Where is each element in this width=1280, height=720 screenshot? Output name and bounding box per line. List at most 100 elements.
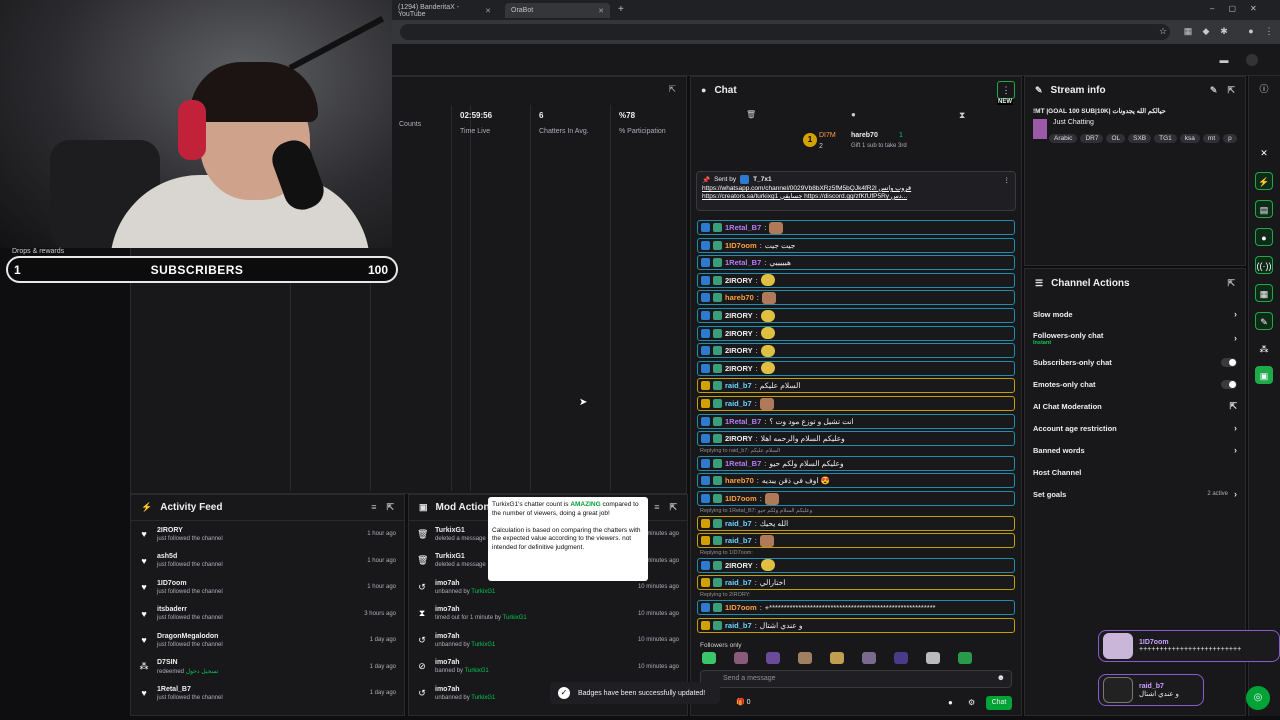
pinned-message[interactable]: 📌 Sent by T_7x1 ⋮ https://whatsapp.com/c… [696, 171, 1016, 211]
extension-icon[interactable]: ▦ [1182, 25, 1194, 37]
channel-action-item[interactable]: Emotes-only chat [1025, 373, 1245, 395]
activity-item[interactable]: ♥ ash5d just followed the channel 1 hour ag… [131, 548, 404, 575]
chat-username[interactable]: raid_b7 [725, 399, 752, 408]
chat-username[interactable]: 1ID7oom [725, 494, 757, 503]
stats-icon[interactable]: ▦ [1255, 284, 1273, 302]
stream-tag[interactable]: DR7 [1080, 134, 1104, 143]
emote-icon[interactable]: ☻ [997, 673, 1005, 682]
chat-menu-button[interactable]: ⋮ [997, 81, 1015, 99]
mod-target-user[interactable]: imo7ah [435, 659, 489, 666]
emote-icon[interactable] [734, 652, 748, 664]
chat-message[interactable]: 2IRORY: [697, 343, 1015, 359]
channel-action-item[interactable]: Slow mode › [1025, 303, 1245, 325]
chat-username[interactable]: raid_b7 [725, 578, 752, 587]
chat-message[interactable]: 1Retal_B7: انت تشيل و توزع مود وت ؟ [697, 413, 1015, 429]
mod-target-user[interactable]: TurkixG1 [435, 553, 486, 560]
chat-username[interactable]: 1Retal_B7 [725, 258, 761, 267]
close-icon[interactable]: ✕ [485, 7, 491, 15]
chat-username[interactable]: raid_b7 [725, 519, 752, 528]
nodes-icon[interactable]: ⁂ [1255, 340, 1273, 358]
chat-message[interactable]: raid_b7: [697, 533, 1015, 549]
chat-username[interactable]: 1ID7oom [725, 241, 757, 250]
star-icon[interactable]: ☆ [1157, 25, 1169, 37]
channel-action-item[interactable]: AI Chat Moderation ⇱ [1025, 395, 1245, 417]
popout-icon[interactable]: ⇱ [386, 502, 394, 513]
popout-icon[interactable]: ⇱ [668, 84, 676, 95]
emote-icon[interactable] [766, 652, 780, 664]
chat-username[interactable]: raid_b7 [725, 381, 752, 390]
chat-icon[interactable]: ● [1255, 228, 1273, 246]
chat-message[interactable]: hareb70: [697, 290, 1015, 306]
chat-message[interactable]: 2IRORY: [697, 360, 1015, 376]
chat-username[interactable]: 2IRORY [725, 561, 753, 570]
channel-action-item[interactable]: Host Channel [1025, 461, 1245, 483]
chat-message[interactable]: 2IRORY: [697, 325, 1015, 341]
activity-item[interactable]: ⁂ D7SIN redeemed تسجيل دخول 1 day ago [131, 654, 404, 681]
activity-user[interactable]: ash5d [157, 553, 223, 560]
send-chat-button[interactable]: Chat [986, 696, 1012, 710]
emote-icon[interactable] [926, 652, 940, 664]
chat-username[interactable]: hareb70 [725, 293, 754, 302]
chat-message[interactable]: 1ID7oom: +*******************************… [697, 600, 1015, 615]
chat-username[interactable]: raid_b7 [725, 536, 752, 545]
emote-icon[interactable] [798, 652, 812, 664]
menu-icon[interactable]: ⋮ [1263, 25, 1275, 37]
mod-action-item[interactable]: ⊘ imo7ah banned by TurkixG1 10 minutes ago [409, 654, 687, 681]
chat-message[interactable]: 1Retal_B7: [697, 220, 1015, 235]
activity-item[interactable]: ♥ 1Retal_B7 just followed the channel 1 day… [131, 680, 404, 707]
popout-icon[interactable]: ⇱ [1227, 85, 1235, 96]
chat-bubble-icon[interactable]: ● [948, 698, 953, 707]
channel-action-item[interactable]: Banned words › [1025, 439, 1245, 461]
toggle-switch[interactable] [1221, 379, 1237, 389]
tab-youtube[interactable]: (1294) BanderitaX - YouTube ✕ [392, 3, 497, 18]
activity-item[interactable]: ♥ itsbaderr just followed the channel 3 hou… [131, 601, 404, 628]
pinned-link[interactable]: https://creators.sa/turkixg1 جسابقي http… [702, 192, 1010, 200]
stream-tag[interactable]: mt [1202, 134, 1221, 143]
hourglass-icon[interactable]: ⧗ [959, 110, 965, 121]
extension-icon[interactable]: ◆ [1200, 25, 1212, 37]
chat-message[interactable]: hareb70: اوف في ذقن يبديه 😍 [697, 473, 1015, 489]
chat-message[interactable]: 2IRORY: [697, 557, 1015, 573]
trash-icon[interactable]: 🗑 [746, 110, 756, 119]
emote-icon[interactable] [958, 652, 972, 664]
window-controls[interactable]: –▢✕ [1210, 4, 1271, 13]
channel-action-item[interactable]: Account age restriction › [1025, 417, 1245, 439]
puzzle-icon[interactable]: ✱ [1218, 25, 1230, 37]
toggle-switch[interactable] [1221, 357, 1237, 367]
popout-icon[interactable]: ⇱ [1227, 278, 1235, 289]
filter-icon[interactable]: ≡ [371, 502, 376, 513]
stream-tag[interactable]: ksa [1179, 134, 1200, 143]
chat-username[interactable]: 1Retal_B7 [725, 459, 761, 468]
activity-user[interactable]: D7SIN [157, 659, 218, 666]
pinned-link[interactable]: https://whatsapp.com/channel/0029Vb8bXRz… [702, 184, 1010, 192]
chat-username[interactable]: 2IRORY [725, 329, 753, 338]
gear-icon[interactable]: ⚙ [968, 698, 975, 707]
chat-username[interactable]: 2IRORY [725, 434, 753, 443]
chat-username[interactable]: 2IRORY [725, 311, 753, 320]
stream-tag[interactable]: OL [1106, 134, 1126, 143]
stream-tag[interactable]: Arabic [1049, 134, 1078, 143]
popout-icon[interactable]: ⇱ [669, 502, 677, 513]
wrench-icon[interactable]: ✎ [1255, 312, 1273, 330]
stream-tag[interactable]: p [1223, 134, 1237, 143]
emote-icon[interactable] [894, 652, 908, 664]
chat-message[interactable]: 1Retal_B7: وعليكم السلام ولكم حيو [697, 455, 1015, 471]
emote-icon[interactable] [702, 652, 716, 664]
document-icon[interactable]: ▤ [1255, 200, 1273, 218]
info-icon[interactable]: ⓘ [1255, 80, 1273, 98]
chat-message[interactable]: 2IRORY: [697, 272, 1015, 288]
chat-username[interactable]: 2IRORY [725, 346, 753, 355]
avatar[interactable] [1246, 54, 1258, 66]
channel-points[interactable]: 🎁 0 [736, 698, 751, 706]
channel-action-item[interactable]: Subscribers-only chat [1025, 351, 1245, 373]
chat-username[interactable]: 1Retal_B7 [725, 223, 761, 232]
assistant-button[interactable]: ◎ [1246, 686, 1270, 710]
activity-item[interactable]: ♥ DragonMegalodon just followed the channe… [131, 627, 404, 654]
chat-username[interactable]: 2IRORY [725, 364, 753, 373]
activity-user[interactable]: 2IRORY [157, 527, 223, 534]
chat-username[interactable]: 2IRORY [725, 276, 753, 285]
emote-icon[interactable] [830, 652, 844, 664]
broadcast-icon[interactable]: ((·)) [1255, 256, 1273, 274]
chat-username[interactable]: 1Retal_B7 [725, 417, 761, 426]
chat-message[interactable]: 1ID7oom: [697, 491, 1015, 506]
